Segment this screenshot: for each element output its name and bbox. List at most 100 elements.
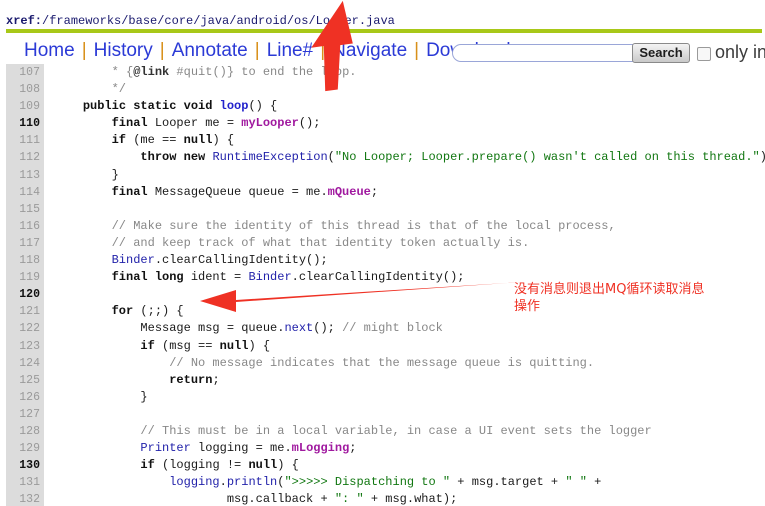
line-number[interactable]: 122 — [6, 320, 44, 337]
code-token: println — [226, 475, 278, 490]
code-token: null — [219, 338, 249, 353]
line-number[interactable]: 107 — [6, 64, 44, 81]
code-text: Message msg = queue.next(); // might blo… — [44, 320, 443, 337]
code-text: return; — [44, 372, 219, 389]
code-token: loop — [219, 99, 249, 114]
code-token: (); — [298, 116, 321, 131]
code-text: msg.callback + ": " + msg.what); — [44, 491, 457, 506]
code-token: + msg.target + — [450, 475, 566, 490]
code-token: .clearCallingIdentity(); — [291, 270, 465, 285]
code-text: */ — [44, 81, 126, 98]
line-number[interactable]: 127 — [6, 406, 44, 423]
header-divider — [6, 29, 762, 33]
code-line: 129 Printer logging = me.mLogging; — [0, 440, 765, 457]
line-number[interactable]: 115 — [6, 201, 44, 218]
code-token: .clearCallingIdentity(); — [154, 253, 328, 268]
annotation-note-line-2: 操作 — [514, 299, 541, 314]
line-number[interactable]: 132 — [6, 491, 44, 506]
code-line: 115 — [0, 201, 765, 218]
code-token: myLooper — [241, 116, 299, 131]
nav-link-navigate[interactable]: Navigate — [326, 39, 413, 63]
line-number[interactable]: 124 — [6, 355, 44, 372]
line-number[interactable]: 129 — [6, 440, 44, 457]
line-number[interactable]: 110 — [6, 115, 44, 132]
line-number[interactable]: 116 — [6, 218, 44, 235]
nav-link-history[interactable]: History — [88, 39, 159, 63]
line-number[interactable]: 113 — [6, 167, 44, 184]
nav-separator: | — [159, 40, 165, 61]
code-token: final — [111, 116, 148, 131]
code-token: ": " — [334, 492, 364, 506]
code-token: if — [111, 133, 127, 148]
search-button[interactable]: Search — [632, 43, 690, 63]
code-text: Printer logging = me.mLogging; — [44, 440, 356, 457]
line-number[interactable]: 131 — [6, 474, 44, 491]
annotation-note-line-1: 没有消息则退出MQ循环读取消息 — [514, 282, 705, 297]
nav-link-annotate[interactable]: Annotate — [166, 39, 254, 63]
code-text: if (logging != null) { — [44, 457, 298, 474]
line-number[interactable]: 118 — [6, 252, 44, 269]
code-text: logging.println(">>>>> Dispatching to " … — [44, 474, 601, 491]
line-number[interactable]: 123 — [6, 338, 44, 355]
line-number[interactable]: 119 — [6, 269, 44, 286]
code-line: 123 if (msg == null) { — [0, 338, 765, 355]
code-token: (;;) { — [133, 304, 184, 319]
code-text: final long ident = Binder.clearCallingId… — [44, 269, 465, 286]
code-line: 111 if (me == null) { — [0, 132, 765, 149]
code-token: ">>>>> Dispatching to " — [284, 475, 451, 490]
code-token: Looper me = — [147, 116, 242, 131]
line-number[interactable]: 130 — [6, 457, 44, 474]
breadcrumb: xref:/frameworks/base/core/java/android/… — [6, 14, 395, 28]
main-navigation: Home | History | Annotate | Line# | Navi… — [18, 38, 517, 64]
line-number[interactable]: 120 — [6, 286, 44, 303]
code-line: 132 msg.callback + ": " + msg.what); — [0, 491, 765, 506]
line-number[interactable]: 109 — [6, 98, 44, 115]
line-number[interactable]: 126 — [6, 389, 44, 406]
code-token: } — [54, 167, 119, 182]
code-text: // Make sure the identity of this thread… — [44, 218, 616, 235]
nav-link-home[interactable]: Home — [18, 39, 81, 63]
code-token: ( — [327, 150, 335, 165]
code-token: return — [169, 372, 213, 387]
code-text: final MessageQueue queue = me.mQueue; — [44, 184, 378, 201]
code-token: + — [586, 475, 602, 490]
line-number[interactable]: 114 — [6, 184, 44, 201]
code-token: "No Looper; Looper.prepare() wasn't call… — [334, 150, 760, 165]
code-token: (me == — [126, 133, 184, 148]
code-line: 110 final Looper me = myLooper(); — [0, 115, 765, 132]
code-token: // and keep track of what that identity … — [54, 235, 530, 250]
line-number[interactable]: 121 — [6, 303, 44, 320]
code-line: 127 — [0, 406, 765, 423]
line-number[interactable]: 112 — [6, 149, 44, 166]
line-number[interactable]: 117 — [6, 235, 44, 252]
code-token: ); — [760, 150, 765, 164]
line-number[interactable]: 128 — [6, 423, 44, 440]
only-in-checkbox[interactable] — [697, 47, 711, 61]
code-text: * {@link #quit()} to end the loop. — [44, 64, 357, 81]
code-token: (msg == — [154, 338, 220, 353]
code-token: Printer — [140, 441, 191, 456]
search-input[interactable] — [452, 44, 642, 62]
code-token: Binder — [111, 253, 155, 268]
code-token: @link — [133, 65, 170, 79]
code-token: logging = me. — [190, 441, 292, 456]
code-token: null — [183, 133, 213, 148]
line-number[interactable]: 125 — [6, 372, 44, 389]
code-token: MessageQueue queue = me. — [147, 184, 328, 199]
code-token: * { — [54, 65, 134, 79]
line-number[interactable]: 108 — [6, 81, 44, 98]
code-line: 118 Binder.clearCallingIdentity(); — [0, 252, 765, 269]
code-line: 126 } — [0, 389, 765, 406]
code-text: if (msg == null) { — [44, 338, 270, 355]
xref-path: /frameworks/base/core/java/android/os/Lo… — [42, 14, 395, 28]
code-token: // might block — [342, 321, 443, 336]
code-text: // This must be in a local variable, in … — [44, 423, 651, 440]
nav-link-line-number[interactable]: Line# — [261, 39, 320, 63]
code-line: 125 return; — [0, 372, 765, 389]
line-number[interactable]: 111 — [6, 132, 44, 149]
